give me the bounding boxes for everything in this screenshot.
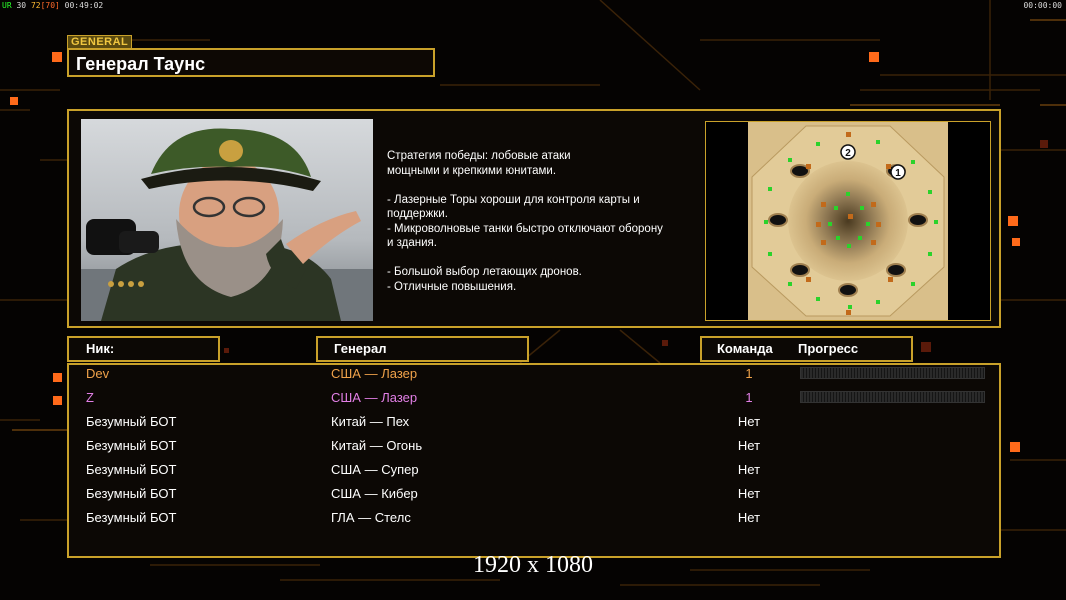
general-tag: GENERAL bbox=[67, 35, 133, 49]
player-team: 1 bbox=[745, 366, 753, 381]
hud-stat-1: UR bbox=[2, 1, 12, 10]
minimap[interactable]: 2 1 bbox=[705, 121, 991, 321]
player-team: Нет bbox=[737, 414, 761, 429]
players-table: Dev США — Лазер 1 Z США — Лазер 1 Безумный БОТ… bbox=[67, 363, 1001, 558]
player-nick: Безумный БОТ bbox=[86, 462, 177, 477]
player-general: США — Кибер bbox=[331, 486, 418, 501]
minimap-start-1: 1 bbox=[895, 168, 901, 179]
hud-clock: 00:00:00 bbox=[1023, 1, 1062, 10]
player-nick: Безумный БОТ bbox=[86, 486, 177, 501]
hud-stat-2: 30 bbox=[16, 1, 27, 10]
player-team: Нет bbox=[737, 438, 761, 453]
general-info-panel: Стратегия победы: лобовые атаки мощными … bbox=[67, 109, 1001, 328]
player-nick: Безумный БОТ bbox=[86, 510, 177, 525]
hud-stat-3: 72 bbox=[30, 1, 41, 10]
general-name: Генерал Таунс bbox=[76, 54, 206, 74]
header-nick-box: Ник: bbox=[67, 336, 220, 362]
player-team: Нет bbox=[737, 462, 761, 477]
table-row[interactable]: Безумный БОТ Китай — Пех Нет bbox=[69, 411, 999, 433]
minimap-start-2: 2 bbox=[845, 148, 851, 159]
hud-stats: UR 30 72[70] 00:49:02 bbox=[2, 1, 103, 10]
table-row[interactable]: Z США — Лазер 1 bbox=[69, 387, 999, 409]
general-portrait bbox=[81, 119, 373, 321]
table-row[interactable]: Безумный БОТ Китай — Огонь Нет bbox=[69, 435, 999, 457]
player-team: 1 bbox=[745, 390, 753, 405]
player-general: Китай — Огонь bbox=[331, 438, 423, 453]
player-nick: Безумный БОТ bbox=[86, 438, 177, 453]
player-nick: Dev bbox=[86, 366, 110, 381]
table-row[interactable]: Безумный БОТ США — Кибер Нет bbox=[69, 483, 999, 505]
player-general: Китай — Пех bbox=[331, 414, 410, 429]
player-general: ГЛА — Стелс bbox=[331, 510, 411, 525]
header-nick: Ник: bbox=[86, 341, 115, 356]
player-nick: Безумный БОТ bbox=[86, 414, 177, 429]
table-row[interactable]: Dev США — Лазер 1 bbox=[69, 363, 999, 385]
resolution-label: 1920 x 1080 bbox=[473, 552, 593, 578]
header-general: Генерал bbox=[334, 341, 387, 356]
header-team: Команда bbox=[717, 341, 773, 356]
header-general-box: Генерал bbox=[316, 336, 529, 362]
player-nick: Z bbox=[86, 390, 94, 405]
player-progress-bar bbox=[800, 391, 985, 403]
table-row[interactable]: Безумный БОТ США — Супер Нет bbox=[69, 459, 999, 481]
player-general: США — Супер bbox=[331, 462, 419, 477]
general-strategy-description: Стратегия победы: лобовые атаки мощными … bbox=[387, 150, 663, 293]
hud-elapsed-time: 00:49:02 bbox=[64, 1, 104, 10]
header-team-progress-box: Команда Прогресс bbox=[700, 336, 913, 362]
player-general: США — Лазер bbox=[331, 366, 418, 381]
general-title-box: Генерал Таунс bbox=[67, 48, 435, 77]
hud-stat-4: [70] bbox=[40, 1, 60, 10]
player-team: Нет bbox=[737, 510, 761, 525]
player-general: США — Лазер bbox=[331, 390, 418, 405]
player-progress-bar bbox=[800, 367, 985, 379]
table-row[interactable]: Безумный БОТ ГЛА — Стелс Нет bbox=[69, 507, 999, 529]
player-team: Нет bbox=[737, 486, 761, 501]
header-progress: Прогресс bbox=[798, 341, 859, 356]
